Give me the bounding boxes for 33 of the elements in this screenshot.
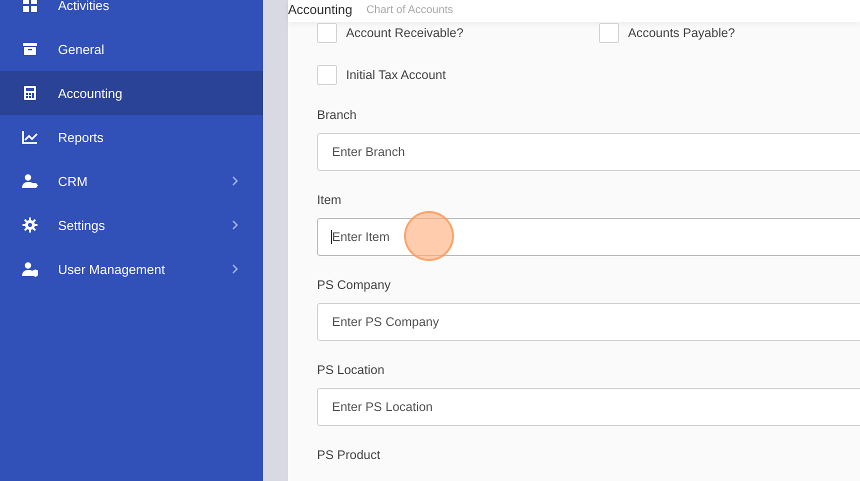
checkbox[interactable] xyxy=(317,23,337,43)
field-label: Item xyxy=(317,193,342,209)
checkbox[interactable] xyxy=(599,23,619,43)
sidebar-item[interactable]: Settings xyxy=(0,203,263,247)
checkbox-label: Initial Tax Account xyxy=(346,68,446,82)
page-title: Accounting xyxy=(288,2,352,18)
click-indicator xyxy=(404,211,454,261)
sidebar-item[interactable]: CRM xyxy=(0,159,263,203)
breadcrumb: Chart of Accounts xyxy=(366,3,454,18)
sidebar-item[interactable]: Reports xyxy=(0,115,263,159)
checkbox-label: Accounts Payable? xyxy=(628,26,736,40)
input-field[interactable]: Enter PS Company xyxy=(317,303,860,341)
sidebar-item[interactable]: Accounting xyxy=(0,71,263,115)
checkbox-label: Account Receivable? xyxy=(346,26,464,40)
text-cursor xyxy=(331,230,332,244)
input-field[interactable]: Enter PS Location xyxy=(317,388,860,426)
sidebar-item[interactable]: General xyxy=(0,27,263,71)
input-field[interactable]: Enter Branch xyxy=(317,133,860,171)
field-label: PS Location xyxy=(317,363,386,379)
chart-icon xyxy=(22,129,38,145)
user-tag-icon xyxy=(22,173,38,189)
field-label: PS Product xyxy=(317,448,382,464)
sidebar-item[interactable]: User Management xyxy=(0,247,263,291)
field-label: Branch xyxy=(317,108,358,124)
checkbox[interactable] xyxy=(317,65,337,85)
sidebar-item[interactable]: Activities xyxy=(0,0,263,27)
calculator-icon xyxy=(22,85,38,101)
input-field[interactable]: Enter Item xyxy=(317,218,860,256)
user-shield-icon xyxy=(22,261,38,277)
grid-icon xyxy=(22,0,38,13)
settings-icon xyxy=(22,217,38,233)
field-label: PS Company xyxy=(317,278,392,294)
archive-box-icon xyxy=(22,41,38,57)
